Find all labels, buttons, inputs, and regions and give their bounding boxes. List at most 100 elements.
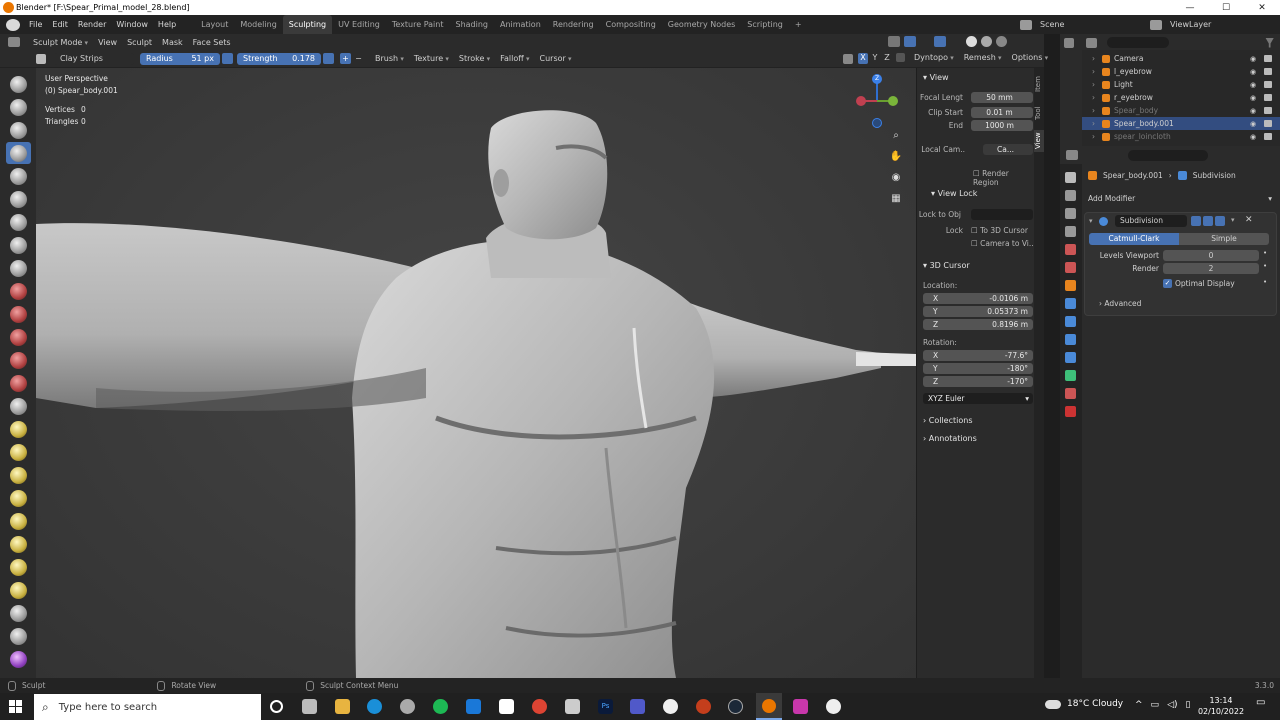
cursor-rotation-z[interactable]: Z -170° [923,376,1033,387]
gizmo-y-axis[interactable] [888,96,898,106]
annotations-header[interactable]: › Annotations [923,434,977,443]
view-lock-header[interactable]: ▾ View Lock [931,189,977,198]
outliner-row[interactable]: › Spear_body.001 ◉ [1082,117,1280,130]
render-toggle-icon[interactable] [1215,216,1225,226]
menu-mask[interactable]: Mask [157,38,188,47]
menu-help[interactable]: Help [153,20,181,29]
grab-brush-icon[interactable] [10,421,27,438]
steam-icon[interactable] [728,699,743,714]
layer-brush-icon[interactable] [10,191,27,208]
direction-subtract-button[interactable]: − [353,53,364,64]
tray-chevron-icon[interactable]: ^ [1135,700,1143,710]
tab-geometry-nodes[interactable]: Geometry Nodes [662,15,741,34]
render-camera-icon[interactable] [1264,68,1272,75]
outliner-row[interactable]: › Camera ◉ [1082,52,1280,65]
menu-edit[interactable]: Edit [47,20,73,29]
menu-face-sets[interactable]: Face Sets [188,38,236,47]
volume-icon[interactable]: ◁) [1167,700,1177,710]
simple-button[interactable]: Simple [1179,233,1269,245]
visibility-eye-icon[interactable]: ◉ [1250,55,1256,63]
outliner-row[interactable]: › r_eyebrow ◉ [1082,91,1280,104]
brush-menu[interactable]: Brush [370,54,409,63]
expand-arrow-icon[interactable]: › [1092,106,1095,115]
expand-arrow-icon[interactable]: › [1092,67,1095,76]
outliner-row[interactable]: › Light ◉ [1082,78,1280,91]
store-icon[interactable] [499,699,514,714]
clock[interactable]: 13:14 02/10/2022 [1196,695,1246,717]
material-tab-icon[interactable] [1065,388,1076,399]
view-section-header[interactable]: ▾ View [923,73,949,82]
display-mode-icon[interactable] [1086,37,1097,48]
itunes-icon[interactable] [663,699,678,714]
direction-add-button[interactable]: + [340,53,351,64]
shading-solid-icon[interactable] [966,36,977,47]
visibility-eye-icon[interactable]: ◉ [1250,81,1256,89]
instagram-icon[interactable] [793,699,808,714]
outliner-row[interactable]: › l_eyebrow ◉ [1082,65,1280,78]
outliner-row[interactable]: › spear_loincloth ◉ [1082,130,1280,143]
file-explorer-icon[interactable] [335,699,350,714]
tab-item[interactable]: Item [1034,72,1044,96]
tab-modeling[interactable]: Modeling [234,15,282,34]
gizmo-z-axis[interactable]: Z [872,74,882,84]
radius-field[interactable]: Radius 51 px [140,52,220,65]
render-camera-icon[interactable] [1264,55,1272,62]
view-layer-name[interactable]: ViewLayer [1170,20,1211,29]
brush-name-field[interactable]: Clay Strips [54,52,134,65]
tab-sculpting[interactable]: Sculpting [282,15,333,34]
tool-tab-icon[interactable] [1065,172,1076,183]
dyntopo-menu[interactable]: Dyntopo [909,53,959,62]
cloth-brush-icon[interactable] [10,628,27,645]
output-tab-icon[interactable] [1065,208,1076,219]
blender-menu-icon[interactable] [6,18,20,31]
scrape-brush-icon[interactable] [10,352,27,369]
grid-icon[interactable]: ▦ [889,192,903,206]
obs-icon[interactable] [826,699,841,714]
radius-pressure-icon[interactable] [222,53,233,64]
cursor-location-y[interactable]: Y 0.05373 m [923,306,1033,317]
data-tab-icon[interactable] [1065,370,1076,381]
menu-render[interactable]: Render [73,20,111,29]
mode-select[interactable]: Sculpt Mode [28,38,93,47]
collections-header[interactable]: › Collections [923,416,973,425]
cursor-menu[interactable]: Cursor [535,54,577,63]
crease-brush-icon[interactable] [10,260,27,277]
expand-arrow-icon[interactable]: › [1092,132,1095,141]
dyntopo-checkbox[interactable] [896,53,905,62]
render-camera-icon[interactable] [1264,120,1272,127]
lock-to-object-field[interactable] [971,209,1033,220]
outliner-search-field[interactable] [1106,37,1170,48]
symmetry-icon[interactable] [843,53,853,64]
tab-texture-paint[interactable]: Texture Paint [386,15,450,34]
cortana-icon[interactable] [270,700,283,713]
viewport-toggle-icon[interactable] [1203,216,1213,226]
task-view-icon[interactable] [302,699,317,714]
menu-sculpt[interactable]: Sculpt [122,38,157,47]
edge-icon[interactable] [367,699,382,714]
tab-shading[interactable]: Shading [449,15,494,34]
advanced-subpanel[interactable]: › Advanced [1099,299,1141,308]
remove-modifier-icon[interactable]: ✕ [1245,215,1253,225]
3d-viewport[interactable]: User Perspective (0) Spear_body.001 Vert… [36,68,916,678]
catmull-clark-button[interactable]: Catmull-Clark [1089,233,1179,245]
pinch-brush-icon[interactable] [10,398,27,415]
chrome-icon[interactable] [532,699,547,714]
expand-arrow-icon[interactable]: › [1092,119,1095,128]
scene-name[interactable]: Scene [1040,20,1064,29]
overlay-icon[interactable] [904,36,916,47]
constraints-tab-icon[interactable] [1065,352,1076,363]
inflate-brush-icon[interactable] [10,214,27,231]
editor-type-icon[interactable] [8,37,20,47]
strength-field[interactable]: Strength 0.178 [237,52,321,65]
menu-file[interactable]: File [24,20,47,29]
shading-rendered-icon[interactable] [996,36,1007,47]
multiplane-scrape-brush-icon[interactable] [10,375,27,392]
windows-start-icon[interactable] [9,700,22,713]
gizmo-x-axis[interactable] [856,96,866,106]
camera-to-view-checkbox[interactable]: ☐ Camera to Vi... [971,239,1041,248]
visibility-eye-icon[interactable]: ◉ [1250,68,1256,76]
physics-tab-icon[interactable] [1065,334,1076,345]
focal-length-field[interactable]: 50 mm [971,92,1033,103]
add-modifier-button[interactable]: Add Modifier ▾ [1086,192,1276,206]
photoshop-icon[interactable]: Ps [598,699,613,714]
